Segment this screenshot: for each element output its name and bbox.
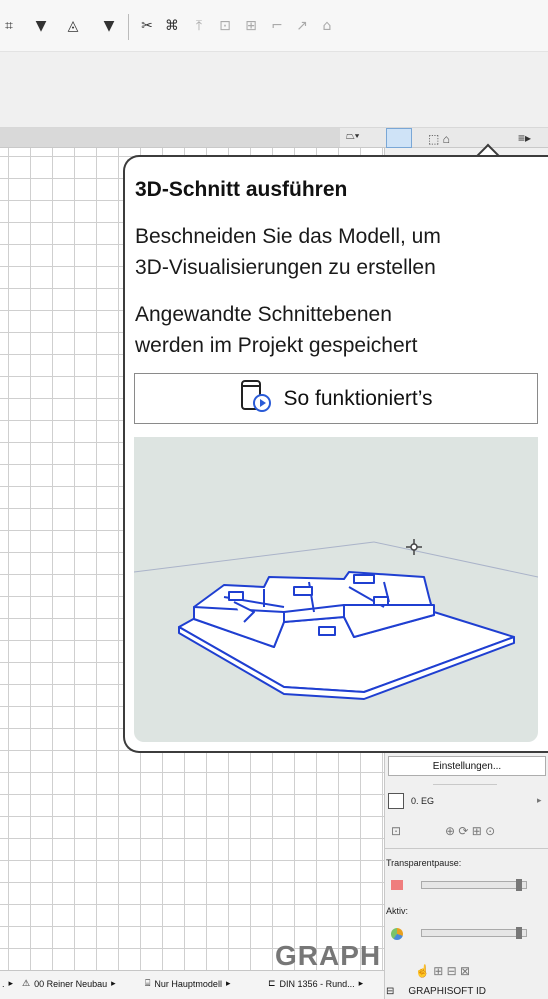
grid-snap-icon[interactable]: ⌗ [0,17,18,35]
renovation-icon: ⚠ [22,978,31,988]
move-cursor-icon [406,539,422,555]
renovation-filter[interactable]: ⚠ 00 Reiner Neubau ▸ [22,978,116,989]
chevron-right-icon: ▸ [358,978,364,988]
chevron-right-icon: ▸ [225,978,231,988]
house-icon[interactable]: ⌂ [318,17,336,35]
menu-icon[interactable]: ≡▸ [518,131,531,145]
building-model-illustration [134,539,538,700]
app-window: ⌗ ▼ ◬ ▼ ✂ ⌘ ⤒ ⊡ ⊞ ⌐ ↗ ⌂ ⏢▾ ⬚ ⌂ ≡▸ Einste… [0,0,548,999]
color-wheel-icon[interactable] [391,928,403,940]
id-icon: ⊟ [386,986,395,997]
chevron-right-icon[interactable]: ▸ [537,795,542,806]
model-view-filter-label: Nur Hauptmodell [154,978,222,989]
dimension-standard-label: DIN 1356 - Rund... [279,978,355,989]
3d-model-preview [134,437,538,742]
status-bar: . ▸ ⚠ 00 Reiner Neubau ▸ ⌸ Nur Hauptmodell… [0,970,384,999]
floor-label: 0. EG [411,796,435,806]
offset-icon[interactable]: ⊞ [242,17,260,35]
select-icon[interactable]: ⊡ [391,824,401,838]
view-icon[interactable]: ⬚ ⌂ [428,132,450,146]
tool-icons[interactable]: ⊕ ⟳ ⊞ ⊙ [445,824,495,838]
divider [433,784,497,785]
color-swatch[interactable] [391,880,403,890]
view-tab-strip [0,128,340,147]
corner-icon[interactable]: ⌐ [268,17,286,35]
renovation-filter-label: 00 Reiner Neubau [34,978,108,989]
transparent-label: Transparentpause: [386,858,462,868]
video-tutorial-icon [239,379,273,419]
layer-icon[interactable]: ⏢▾ [346,130,370,146]
curve-icon[interactable]: ↗ [293,17,311,35]
3d-cut-button[interactable] [386,128,412,148]
triangle-snap-icon[interactable]: ◬ [64,17,82,35]
desc1-line1: Beschneiden Sie das Modell, um [135,225,441,248]
3d-cut-popover: 3D-Schnitt ausführen Beschneiden Sie das… [123,155,548,753]
graphisoft-id[interactable]: ⊟ GRAPHISOFT ID [386,986,486,997]
dropdown-arrow-icon[interactable]: ▼ [100,17,118,35]
popover-title: 3D-Schnitt ausführen [135,178,348,201]
secondary-toolbar [0,52,548,128]
chevron-right-icon: ▸ [111,978,116,988]
toolbar-divider [128,14,129,40]
desc2-line2: werden im Projekt gespeichert [135,334,418,357]
scissors-icon[interactable]: ✂ [138,17,156,35]
dimension-icon: ⊏ [268,978,276,988]
model-view-icon: ⌸ [145,978,151,988]
active-slider[interactable] [421,927,527,939]
graphisoft-id-label: GRAPHISOFT ID [408,986,486,997]
desc2-line1: Angewandte Schnittebenen [135,303,392,326]
transparency-slider[interactable] [421,879,527,891]
chevron-right-icon: ▸ [8,978,14,988]
elevate-icon[interactable]: ⤒ [190,17,208,35]
settings-button[interactable]: Einstellungen... [388,756,546,776]
status-segment-0[interactable]: . ▸ [2,978,13,989]
how-it-works-label: So funktioniert’s [283,386,433,410]
divider [385,848,548,849]
fit-icon[interactable]: ⊡ [216,17,234,35]
how-it-works-button[interactable]: So funktioniert’s [134,373,538,424]
graphisoft-watermark: GRAPH [275,940,382,971]
top-toolbar: ⌗ ▼ ◬ ▼ ✂ ⌘ ⤒ ⊡ ⊞ ⌐ ↗ ⌂ [0,0,548,52]
layer-box-icon[interactable] [388,793,404,809]
status-seg0-label: . [2,978,5,989]
magic-wand-icon[interactable]: ⌘ [163,17,181,35]
active-label: Aktiv: [386,906,409,916]
dimension-standard[interactable]: ⊏ DIN 1356 - Rund... ▸ [268,978,363,989]
bottom-tool-icons[interactable]: ☝ ⊞ ⊟ ⊠ [415,964,470,978]
model-view-filter[interactable]: ⌸ Nur Hauptmodell ▸ [145,978,230,989]
popover-description-2: Angewandte Schnittebenen werden im Proje… [135,299,545,361]
desc1-line2: 3D-Visualisierungen zu erstellen [135,256,436,279]
view-header: ⏢▾ ⬚ ⌂ ≡▸ [0,128,548,148]
dropdown-arrow-icon[interactable]: ▼ [32,17,50,35]
popover-description-1: Beschneiden Sie das Modell, um 3D-Visual… [135,221,545,283]
